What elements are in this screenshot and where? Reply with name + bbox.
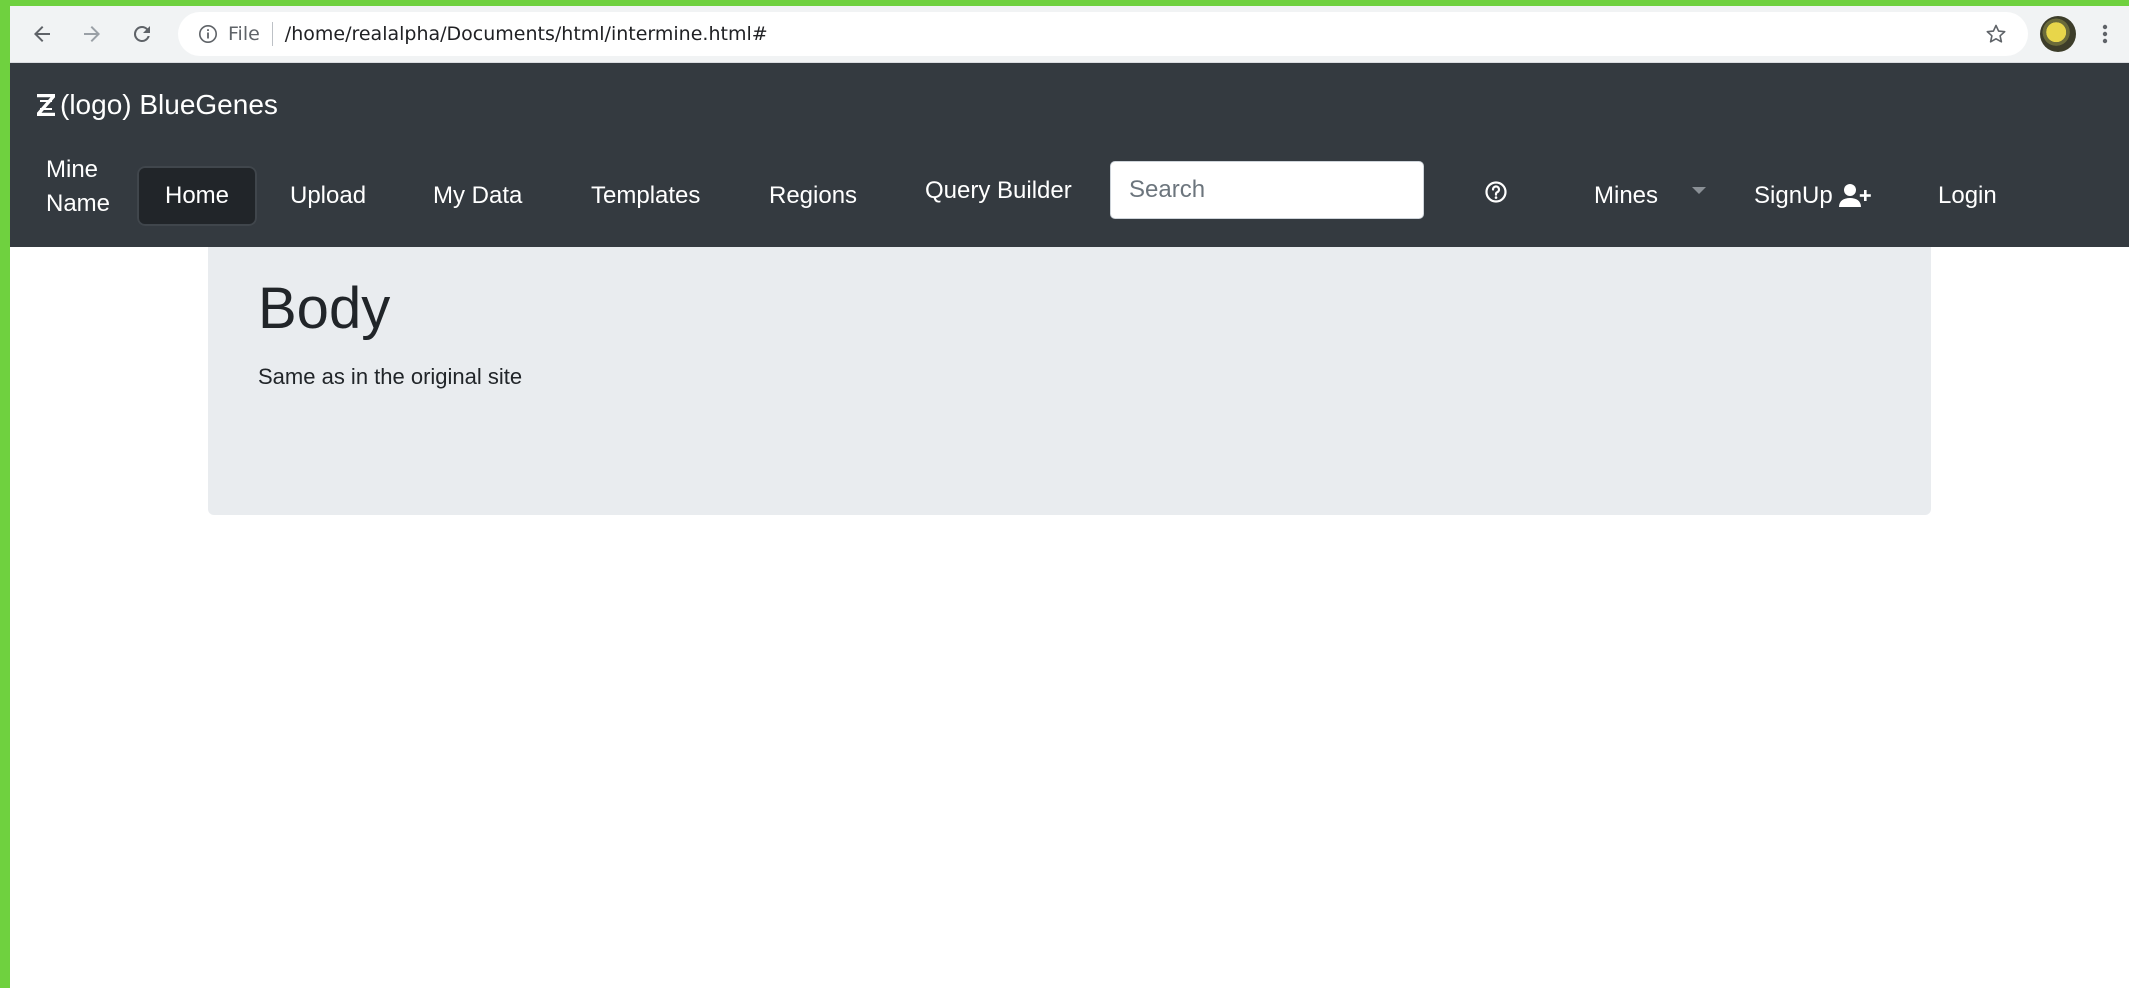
browser-toolbar: File /home/realalpha/Documents/html/inte…: [10, 6, 2129, 63]
kebab-menu-icon[interactable]: [2090, 14, 2120, 54]
nav-query-builder[interactable]: Query Builder: [925, 161, 1072, 221]
info-icon[interactable]: [196, 22, 220, 46]
browser-window: File /home/realalpha/Documents/html/inte…: [10, 6, 2129, 988]
mine-name-label[interactable]: Mine Name: [46, 153, 116, 221]
nav-signup[interactable]: SignUp: [1754, 166, 1871, 226]
nav-my-data[interactable]: My Data: [433, 166, 522, 226]
brand-link[interactable]: (logo) BlueGenes: [34, 89, 278, 121]
reload-icon[interactable]: [122, 14, 162, 54]
url-text[interactable]: /home/realalpha/Documents/html/intermine…: [285, 23, 768, 45]
nav-home[interactable]: Home: [137, 166, 257, 226]
omnibox-divider: [271, 22, 273, 46]
dna-logo-icon: [34, 90, 58, 120]
nav-templates[interactable]: Templates: [591, 166, 700, 226]
caret-down-icon[interactable]: [1692, 187, 1706, 194]
bookmark-star-icon[interactable]: [1982, 20, 2010, 48]
file-scheme-label: File: [228, 23, 260, 45]
brand-text: (logo) BlueGenes: [60, 89, 278, 120]
signup-label: SignUp: [1754, 182, 1833, 209]
nav-upload[interactable]: Upload: [290, 166, 366, 226]
nav-login[interactable]: Login: [1938, 166, 1997, 226]
help-icon[interactable]: [1482, 178, 1510, 206]
body-heading: Body: [258, 276, 391, 341]
user-plus-icon: [1838, 183, 1871, 209]
nav-regions[interactable]: Regions: [769, 166, 857, 226]
app-navbar: (logo) BlueGenes Mine Name Home Upload M…: [10, 63, 2129, 247]
nav-mines-dropdown[interactable]: Mines: [1594, 166, 1658, 226]
back-arrow-icon[interactable]: [22, 14, 62, 54]
search-input[interactable]: [1110, 161, 1424, 219]
address-bar[interactable]: File /home/realalpha/Documents/html/inte…: [178, 12, 2028, 56]
forward-arrow-icon[interactable]: [72, 14, 112, 54]
profile-avatar[interactable]: [2040, 16, 2076, 52]
body-text: Same as in the original site: [258, 364, 523, 389]
body-jumbotron: Body Same as in the original site: [208, 247, 1931, 515]
